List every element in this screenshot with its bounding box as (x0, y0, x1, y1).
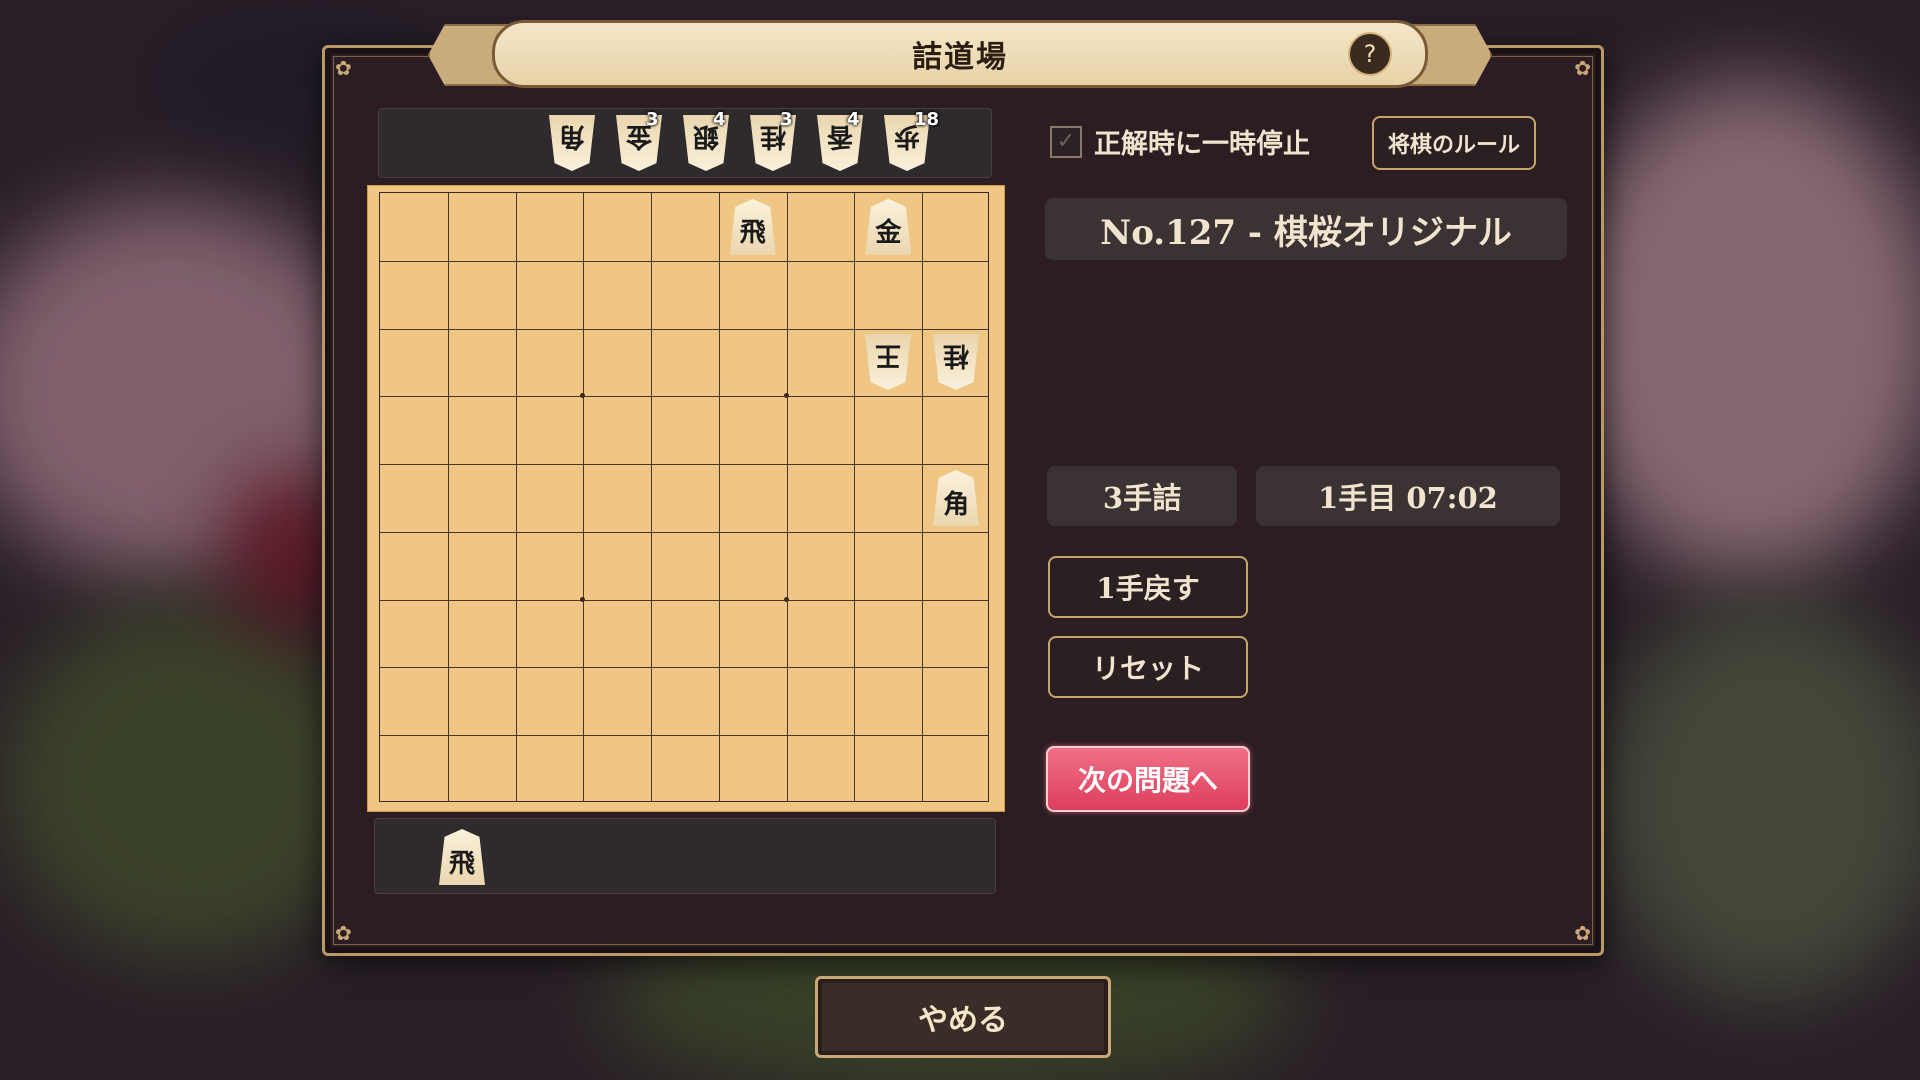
grid-line (922, 193, 924, 801)
grid-line (380, 260, 988, 262)
hand-count: 18 (914, 109, 940, 130)
page-title: 詰道場 (912, 40, 1008, 75)
help-button[interactable]: ? (1348, 32, 1392, 76)
hand-count: 3 (646, 109, 659, 130)
corner-ornament-icon: ✿ (1574, 921, 1591, 945)
player-hand-piece[interactable]: 飛 (439, 829, 485, 885)
puzzle-name: No.127 - 棋桜オリジナル (1045, 198, 1567, 260)
corner-ornament-icon: ✿ (335, 921, 352, 945)
opponent-hand-piece[interactable]: 角 (549, 115, 595, 171)
piece-label: 飛 (448, 848, 475, 879)
grid-line (380, 464, 988, 466)
board-piece[interactable]: 金 (865, 198, 912, 255)
piece-label: 金 (875, 218, 902, 249)
undo-move-button[interactable]: 1手戻す (1048, 556, 1248, 618)
quit-button[interactable]: やめる (815, 976, 1111, 1058)
shogi-rules-button[interactable]: 将棋のルール (1372, 116, 1536, 170)
star-point (580, 596, 586, 602)
piece-label: 桂 (943, 340, 970, 371)
board-piece[interactable]: 角 (933, 470, 980, 526)
board-piece[interactable]: 桂 (933, 334, 979, 390)
check-icon: ✓ (1056, 129, 1076, 154)
grid-line (786, 193, 788, 801)
player-hand-box: 飛 (374, 818, 996, 894)
grid-line (380, 328, 988, 330)
hand-count: 3 (780, 109, 793, 130)
mate-length-badge: 3手詰 (1047, 466, 1237, 526)
hand-count: 4 (713, 109, 726, 130)
shogi-board: 飛 金王 桂角 (367, 185, 1005, 812)
title-plate: 詰道場 (492, 20, 1428, 88)
piece-label: 角 (943, 489, 970, 520)
grid-line (380, 667, 988, 669)
pause-option-label: 正解時に一時停止 (1094, 129, 1310, 160)
grid-line (447, 193, 449, 801)
corner-ornament-icon: ✿ (335, 56, 352, 80)
grid-line (854, 193, 856, 801)
pause-option-row[interactable]: ✓ 正解時に一時停止 (1050, 122, 1310, 161)
move-status: 1手目 07:02 (1256, 466, 1560, 526)
star-point (783, 393, 789, 399)
piece-label: 王 (875, 340, 902, 371)
next-problem-button[interactable]: 次の問題へ (1046, 746, 1250, 812)
star-point (580, 393, 586, 399)
piece-label: 角 (559, 121, 586, 152)
grid-line (515, 193, 517, 801)
hand-count: 4 (847, 109, 860, 130)
grid-line (380, 599, 988, 601)
corner-ornament-icon: ✿ (1574, 56, 1591, 80)
piece-label: 飛 (739, 218, 766, 249)
grid-line (380, 735, 988, 737)
star-point (783, 596, 789, 602)
opponent-hand-box: 角金 3 銀 4 桂 3 香 4 歩 18 (378, 108, 992, 178)
grid-line (651, 193, 653, 801)
board-piece[interactable]: 飛 (729, 198, 776, 255)
board-grid: 飛 金王 桂角 (379, 192, 989, 802)
grid-line (380, 396, 988, 398)
grid-line (718, 193, 720, 801)
grid-line (380, 531, 988, 533)
board-piece[interactable]: 王 (865, 334, 911, 390)
title-bar: 詰道場 ? (428, 20, 1492, 88)
reset-button[interactable]: リセット (1048, 636, 1248, 698)
grid-line (583, 193, 585, 801)
pause-checkbox[interactable]: ✓ (1050, 125, 1082, 158)
